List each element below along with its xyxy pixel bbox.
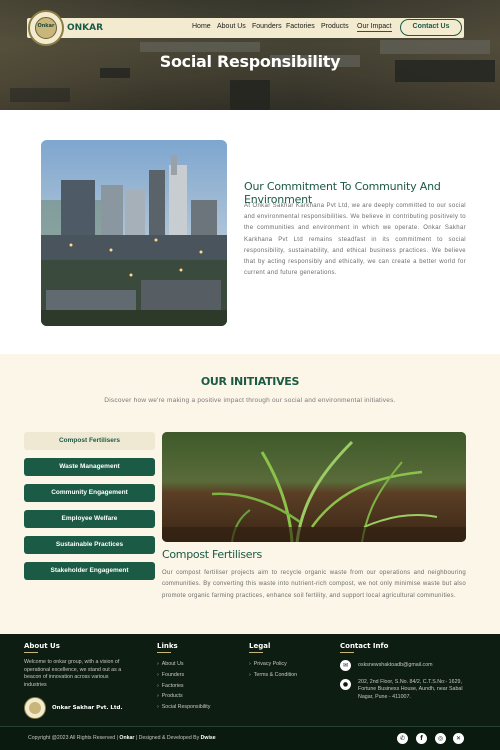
footer-link-factories[interactable]: › Factories xyxy=(157,683,184,689)
footer-contact-heading: Contact Info xyxy=(340,642,389,650)
footer-link-label: Privacy Policy xyxy=(253,661,287,667)
whatsapp-icon[interactable]: ✆ xyxy=(397,733,408,744)
heading-underline xyxy=(24,652,38,653)
tab-employee-welfare[interactable]: Employee Welfare xyxy=(24,510,155,528)
nav-link-our-impact[interactable]: Our Impact xyxy=(357,23,392,32)
copyright-mid: | Designed & Developed By xyxy=(135,735,200,741)
chevron-right-icon: › xyxy=(157,683,159,689)
footer-about-text: Welcome to onkar group, with a vision of… xyxy=(24,659,122,688)
footer-link-products[interactable]: › Products xyxy=(157,693,183,699)
location-icon: ● xyxy=(340,679,351,690)
footer-link-privacy[interactable]: › Privacy Policy xyxy=(249,661,287,667)
copyright-developer[interactable]: Dwise xyxy=(201,735,216,741)
footer-legal-heading: Legal xyxy=(249,642,271,650)
chevron-right-icon: › xyxy=(157,704,159,710)
tab-sustainable-practices[interactable]: Sustainable Practices xyxy=(24,536,155,554)
footer-logo[interactable] xyxy=(24,697,46,719)
footer-about-heading: About Us xyxy=(24,642,60,650)
footer-link-label: About Us xyxy=(161,661,184,667)
tab-stakeholder-engagement[interactable]: Stakeholder Engagement xyxy=(24,562,155,580)
tab-compost-fertilisers[interactable]: Compost Fertilisers xyxy=(24,432,155,450)
copyright-brand[interactable]: Onkar xyxy=(119,735,134,741)
email-icon: ✉ xyxy=(340,660,351,671)
chevron-right-icon: › xyxy=(157,672,159,678)
copyright-text: Copyright @2023 All Rights Reserved | On… xyxy=(28,735,216,741)
logo-text: Onkar xyxy=(37,23,55,29)
seedling-illustration xyxy=(162,432,466,542)
x-icon[interactable]: ✕ xyxy=(453,733,464,744)
contact-address: 202, 2nd Floor, S.No. 84/2, C.T.S.No:- 1… xyxy=(358,679,463,700)
footer-link-about[interactable]: › About Us xyxy=(157,661,184,667)
footer-link-founders[interactable]: › Founders xyxy=(157,672,184,678)
chevron-right-icon: › xyxy=(157,693,159,699)
factory-photo xyxy=(41,140,227,326)
commitment-paragraph: At Onkar Sakhar Karkhana Pvt Ltd, we are… xyxy=(244,203,466,277)
factory-illustration xyxy=(41,140,227,326)
facebook-icon[interactable]: f xyxy=(416,733,427,744)
initiative-detail-paragraph: Our compost fertiliser projects aim to r… xyxy=(162,570,466,599)
instagram-icon[interactable]: ◎ xyxy=(435,733,446,744)
footer-link-label: Social Responsibility xyxy=(161,704,211,710)
heading-underline xyxy=(249,652,263,653)
nav-link-home[interactable]: Home xyxy=(192,23,211,30)
heading-underline xyxy=(157,652,171,653)
chevron-right-icon: › xyxy=(249,661,251,667)
footer-link-label: Terms & Condition xyxy=(253,672,298,678)
nav-link-products[interactable]: Products xyxy=(321,23,349,30)
footer-brand: Onkar Sakhar Pvt. Ltd. xyxy=(52,705,123,711)
footer-link-label: Founders xyxy=(161,672,185,678)
nav-link-about[interactable]: About Us xyxy=(217,23,246,30)
brand-name[interactable]: ONKAR xyxy=(67,23,103,33)
footer-link-social-responsibility[interactable]: › Social Responsibility xyxy=(157,704,210,710)
nav-link-founders[interactable]: Founders xyxy=(252,23,282,30)
footer-link-terms[interactable]: › Terms & Condition xyxy=(249,672,297,678)
initiatives-subtitle: Discover how we're making a positive imp… xyxy=(104,397,396,404)
nav-link-factories[interactable]: Factories xyxy=(286,23,315,30)
logo[interactable]: Onkar xyxy=(28,10,64,46)
initiative-detail-title: Compost Fertilisers xyxy=(162,548,262,561)
hero-banner: Social Responsibility xyxy=(0,0,500,110)
footer-links-heading: Links xyxy=(157,642,178,650)
chevron-right-icon: › xyxy=(249,672,251,678)
footer-link-label: Factories xyxy=(161,683,184,689)
tab-community-engagement[interactable]: Community Engagement xyxy=(24,484,155,502)
page-title: Social Responsibility xyxy=(159,52,341,71)
heading-underline xyxy=(340,652,354,653)
initiatives-title: OUR INITIATIVES xyxy=(200,375,300,388)
logo-emblem-icon xyxy=(29,702,41,714)
chevron-right-icon: › xyxy=(157,661,159,667)
contact-us-button[interactable]: Contact Us xyxy=(400,19,462,36)
compost-photo xyxy=(162,432,466,542)
copyright-prefix: Copyright @2023 All Rights Reserved | xyxy=(28,735,118,741)
contact-email[interactable]: osksnewshaktoadb@gmail.com xyxy=(358,662,478,669)
tab-waste-management[interactable]: Waste Management xyxy=(24,458,155,476)
footer-link-label: Products xyxy=(161,693,183,699)
